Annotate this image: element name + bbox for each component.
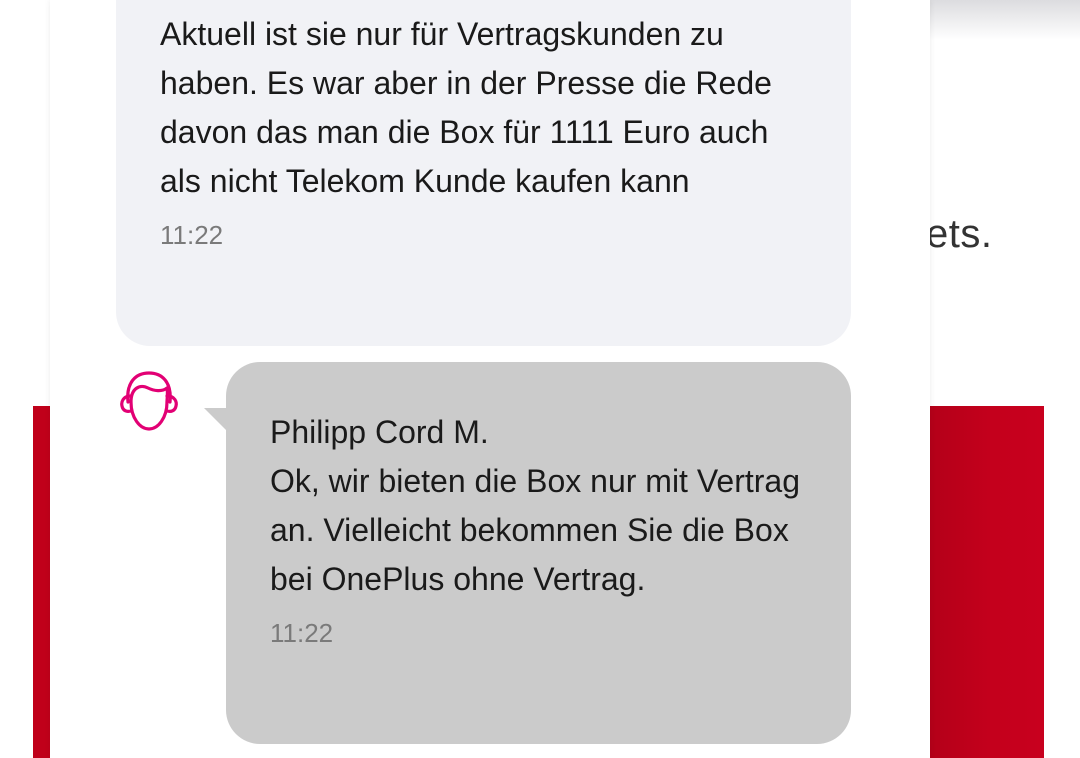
- background-partial-text: ets.: [926, 212, 993, 256]
- chat-panel: Aktuell ist sie nur für Vertragskunden z…: [50, 0, 930, 758]
- screen: ets. Aktuell ist sie nur für Vertragskun…: [0, 0, 1080, 758]
- user-message-bubble: Aktuell ist sie nur für Vertragskunden z…: [116, 0, 851, 346]
- agent-message-time: 11:22: [270, 618, 334, 648]
- agent-message-bubble: Philipp Cord M. Ok, wir bieten die Box n…: [204, 362, 851, 744]
- user-message-time: 11:22: [160, 220, 224, 250]
- agent-message-text: Ok, wir bieten die Box nur mit Vertrag a…: [270, 463, 800, 597]
- agent-avatar-icon: [114, 366, 184, 436]
- agent-name: Philipp Cord M.: [270, 414, 489, 450]
- user-message-text: Aktuell ist sie nur für Vertragskunden z…: [160, 16, 772, 199]
- background-red-panel-right: [915, 406, 1044, 758]
- background-shadow: [930, 0, 1080, 40]
